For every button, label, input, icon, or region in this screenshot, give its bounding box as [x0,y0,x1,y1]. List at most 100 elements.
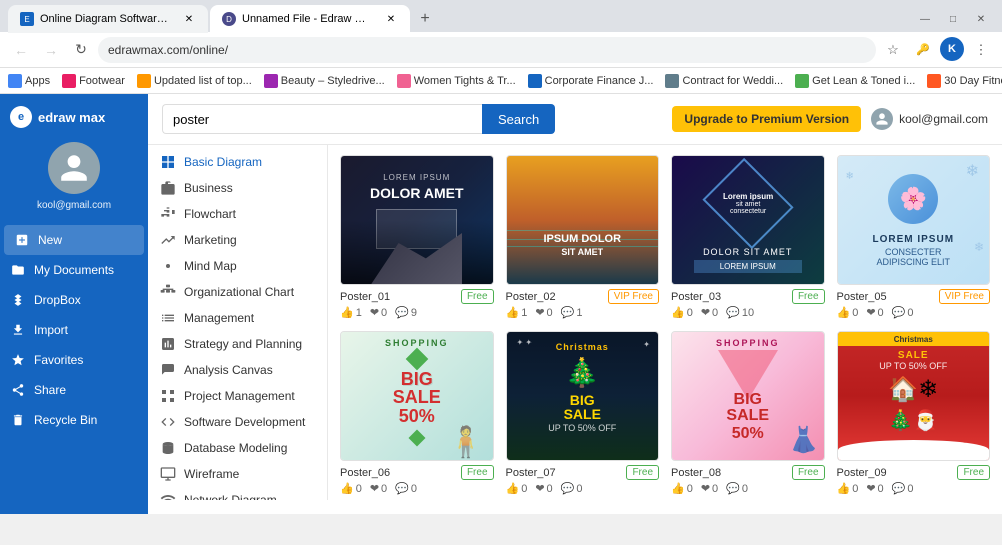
template-card-poster06[interactable]: SHOPPING BIG SALE 50% 🧍 [340,331,494,495]
sidebar-item-favorites[interactable]: Favorites [0,345,148,375]
template-name-poster07: Poster_07 [506,467,556,479]
tab-1[interactable]: E Online Diagram Software - Edra... ✕ [8,5,208,33]
bookmark-apps[interactable]: Apps [8,74,50,88]
template-badge-poster02: VIP Free [608,289,659,304]
minimize-button[interactable]: — [912,6,938,32]
bookmark-4[interactable]: Beauty – Styledrive... [264,74,385,88]
sidebar-item-share[interactable]: Share [0,375,148,405]
template-card-poster08[interactable]: SHOPPING BIG SALE 50% 👗 Poste [671,331,825,495]
cat-strategy[interactable]: Strategy and Planning [148,331,327,357]
cat-analysis[interactable]: Analysis Canvas [148,357,327,383]
content-body: Basic Diagram Business Flowchart Marketi… [148,145,1002,514]
template-card-poster05[interactable]: ❄ ❄ ❄ 🌸 LOREM IPSUM CONSECTER ADIPISCING… [837,155,991,319]
stat-hearts-01: ❤ 0 [370,306,387,319]
template-badge-poster03: Free [792,289,825,304]
bookmark-5[interactable]: Women Tights & Tr... [397,74,516,88]
key-icon[interactable]: 🔑 [910,37,936,63]
template-card-poster02[interactable]: IPSUM DOLOR SIT AMET Poster_02 VIP Free … [506,155,660,319]
cat-software[interactable]: Software Development [148,409,327,435]
cat-marketing[interactable]: Marketing [148,227,327,253]
bookmark-9[interactable]: 30 Day Fitness Chal... [927,74,1002,88]
reload-button[interactable]: ↻ [68,37,94,63]
sidebar-item-import[interactable]: Import [0,315,148,345]
bookmark-7[interactable]: Contract for Weddi... [665,74,783,88]
cat-flowchart[interactable]: Flowchart [148,201,327,227]
bookmark-8[interactable]: Get Lean & Toned i... [795,74,915,88]
template-card-poster03[interactable]: Lorem ipsum sit amet consectetur DOLOR S… [671,155,825,319]
back-button[interactable]: ← [8,37,34,63]
cat-network[interactable]: Network Diagram [148,487,327,500]
logo-text: edraw max [38,111,105,124]
bookmark-star-icon[interactable]: ☆ [880,37,906,63]
bookmark-apps-label: Apps [25,75,50,87]
template-badge-poster05: VIP Free [939,289,990,304]
template-name-poster06: Poster_06 [340,467,390,479]
stat-comments-03: 💬 10 [726,306,754,319]
tab-2-label: Unnamed File - Edraw Max [242,13,374,25]
premium-button[interactable]: Upgrade to Premium Version [672,106,861,132]
search-button[interactable]: Search [482,104,555,134]
restore-button[interactable]: □ [940,6,966,32]
profile-avatar[interactable]: K [940,37,964,61]
search-bar: Search Upgrade to Premium Version kool@g… [148,94,1002,145]
bookmark-3[interactable]: Updated list of top... [137,74,252,88]
sidebar-item-dropbox[interactable]: DropBox [0,285,148,315]
template-badge-poster09: Free [957,465,990,480]
forward-button[interactable]: → [38,37,64,63]
tab-2[interactable]: D Unnamed File - Edraw Max ✕ [210,5,410,33]
user-info: kool@gmail.com [871,108,988,130]
template-name-poster08: Poster_08 [671,467,721,479]
sidebar: e edraw max kool@gmail.com New [0,94,148,514]
sidebar-item-recycle[interactable]: Recycle Bin [0,405,148,435]
import-icon [10,322,26,338]
stat-comments-01: 💬 9 [395,306,417,319]
stat-comments-07: 💬 0 [561,482,583,495]
settings-icon[interactable]: ⋮ [968,37,994,63]
new-icon [14,232,30,248]
template-badge-poster08: Free [792,465,825,480]
template-badge-poster07: Free [626,465,659,480]
template-stats-poster06: 👍 0 ❤ 0 💬 0 [340,482,494,495]
stat-comments-05: 💬 0 [892,306,914,319]
stat-likes-06: 👍 0 [340,482,362,495]
docs-icon [10,262,26,278]
nav-bar: ← → ↻ edrawmax.com/online/ ☆ 🔑 K ⋮ [0,32,1002,68]
avatar [48,142,100,194]
tab-1-close[interactable]: ✕ [182,12,196,26]
search-input[interactable] [162,104,482,134]
cat-mindmap[interactable]: Mind Map [148,253,327,279]
sidebar-item-my-documents[interactable]: My Documents [0,255,148,285]
sidebar-item-docs-label: My Documents [34,263,114,277]
bookmark-6[interactable]: Corporate Finance J... [528,74,654,88]
sidebar-item-dropbox-label: DropBox [34,293,81,307]
tab-2-favicon: D [222,12,236,26]
template-card-poster07[interactable]: ✦ ✦ ✦ Christmas 🎄 BIG SALE UP TO 50% OFF [506,331,660,495]
share-icon [10,382,26,398]
logo-area: e edraw max [0,106,105,128]
tab-1-label: Online Diagram Software - Edra... [40,13,172,25]
cat-wireframe[interactable]: Wireframe [148,461,327,487]
user-account-icon [871,108,893,130]
cat-project[interactable]: Project Management [148,383,327,409]
template-card-poster01[interactable]: LOREM IPSUM DOLOR AMET SIT AMET Po [340,155,494,319]
close-window-button[interactable]: ✕ [968,6,994,32]
address-bar[interactable]: edrawmax.com/online/ [98,37,876,63]
user-email: kool@gmail.com [37,200,111,211]
address-text: edrawmax.com/online/ [108,43,228,57]
sidebar-item-new[interactable]: New [4,225,144,255]
template-stats-poster09: 👍 0 ❤ 0 💬 0 [837,482,991,495]
cat-database[interactable]: Database Modeling [148,435,327,461]
template-stats-poster05: 👍 0 ❤ 0 💬 0 [837,306,991,319]
tab-2-close[interactable]: ✕ [384,12,398,26]
new-tab-button[interactable]: + [412,6,438,32]
tab-1-favicon: E [20,12,34,26]
cat-business[interactable]: Business [148,175,327,201]
bookmark-footwear[interactable]: Footwear [62,74,125,88]
stat-hearts-03: ❤ 0 [701,306,718,319]
cat-orgchart[interactable]: Organizational Chart [148,279,327,305]
cat-basic[interactable]: Basic Diagram [148,149,327,175]
cat-management[interactable]: Management [148,305,327,331]
template-card-poster09[interactable]: Christmas SALE UP TO 50% OFF 🏠❄ 🎄🎅 [837,331,991,495]
template-thumb-poster01: LOREM IPSUM DOLOR AMET SIT AMET [340,155,494,285]
search-area: Search [162,104,555,134]
